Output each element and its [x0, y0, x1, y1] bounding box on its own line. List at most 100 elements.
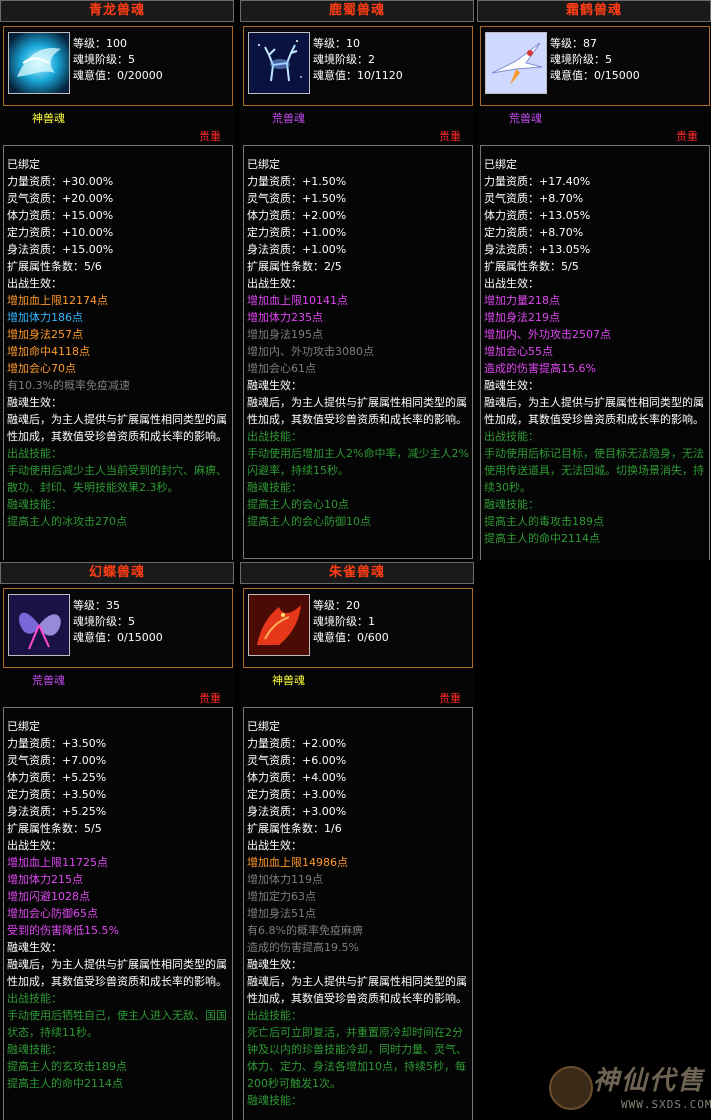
attribute-line: 体力资质：+2.00% — [247, 209, 347, 222]
attribute-line: 扩展属性条数：5/5 — [484, 260, 579, 273]
attribute-line: 融魂后，为主人提供与扩展属性相同类型的属性加成，其数值受珍兽资质和成长率的影响。 — [484, 396, 704, 426]
attribute-line: 定力资质：+3.00% — [247, 788, 347, 801]
azure-dragon-icon[interactable] — [8, 32, 70, 94]
attribute-panel: 已绑定 力量资质：+17.40% 灵气资质：+8.70% 体力资质：+13.05% 定力… — [480, 145, 710, 560]
attribute-line: 增加闪避1028点 — [7, 890, 90, 903]
soul-stats: 等级：87 魂境阶级：5 魂意值：0/15000 — [550, 36, 640, 84]
attribute-line: 手动使用后减少主人当前受到的封穴、麻痹、散功、封印、失明技能效果2.3秒。 — [7, 464, 227, 494]
attribute-line: 增加身法51点 — [247, 907, 316, 920]
attribute-line: 身法资质：+13.05% — [484, 243, 591, 256]
attribute-line: 增加身法257点 — [7, 328, 83, 341]
attribute-line: 已绑定 — [247, 158, 280, 171]
attribute-line: 出战生效： — [247, 839, 302, 852]
beast-soul-card-azure-dragon: 青龙兽魂 等级：100 魂境阶级：5 魂意值：0/20000 神兽魂 贵重 已绑… — [0, 0, 234, 560]
attribute-line: 融魂后，为主人提供与扩展属性相同类型的属性加成，其数值受珍兽资质和成长率的影响。 — [247, 396, 467, 426]
attribute-line: 出战技能： — [247, 1009, 302, 1022]
attribute-line: 出战技能： — [7, 447, 62, 460]
attribute-line: 提高主人的命中2114点 — [7, 1077, 123, 1090]
attribute-line: 身法资质：+3.00% — [247, 805, 347, 818]
attribute-line: 增加血上限12174点 — [7, 294, 108, 307]
card-title: 朱雀兽魂 — [240, 562, 474, 584]
attribute-line: 灵气资质：+1.50% — [247, 192, 347, 205]
attribute-line: 身法资质：+15.00% — [7, 243, 114, 256]
attribute-line: 有6.8%的概率免疫麻痹 — [247, 924, 363, 937]
attribute-line: 死亡后可立即复活，并重置原冷却时间在2分钟及以内的珍兽技能冷却，同时力量、灵气、… — [247, 1026, 467, 1090]
attribute-line: 力量资质：+3.50% — [7, 737, 107, 750]
beast-soul-card-frost-crane: 霜鹤兽魂 等级：87 魂境阶级：5 魂意值：0/15000 荒兽魂 贵重 已绑定… — [477, 0, 711, 560]
attribute-line: 已绑定 — [7, 720, 40, 733]
card-title: 鹿蜀兽魂 — [240, 0, 474, 22]
attribute-line: 造成的伤害提高19.5% — [247, 941, 359, 954]
realm-tier-stat: 魂境阶级：2 — [313, 53, 375, 66]
attribute-line: 增加会心55点 — [484, 345, 553, 358]
attribute-line: 增加会心61点 — [247, 362, 316, 375]
attribute-line: 融魂生效： — [247, 379, 302, 392]
level-stat: 等级：35 — [73, 599, 120, 612]
rarity-label: 贵重 — [439, 692, 461, 705]
soul-intent-stat: 魂意值：10/1120 — [313, 69, 403, 82]
attribute-panel: 已绑定 力量资质：+2.00% 灵气资质：+6.00% 体力资质：+4.00% 定力资质… — [243, 707, 473, 1120]
vermilion-bird-icon[interactable] — [248, 594, 310, 656]
attribute-line: 提高主人的冰攻击270点 — [7, 515, 127, 528]
attribute-line: 增加血上限11725点 — [7, 856, 108, 869]
beast-soul-card-star-deer: 鹿蜀兽魂 等级：10 魂境阶级：2 魂意值：10/1120 荒兽魂 贵重 已绑定… — [240, 0, 474, 560]
attribute-line: 增加内、外功攻击2507点 — [484, 328, 611, 341]
level-stat: 等级：100 — [73, 37, 127, 50]
attribute-line: 出战技能： — [484, 430, 539, 443]
attribute-line: 已绑定 — [7, 158, 40, 171]
info-box: 等级：10 魂境阶级：2 魂意值：10/1120 — [243, 26, 473, 106]
attribute-line: 体力资质：+15.00% — [7, 209, 114, 222]
star-deer-icon[interactable] — [248, 32, 310, 94]
attribute-line: 扩展属性条数：5/5 — [7, 822, 102, 835]
attribute-line: 定力资质：+1.00% — [247, 226, 347, 239]
attribute-line: 增加会心70点 — [7, 362, 76, 375]
attribute-line: 融魂后，为主人提供与扩展属性相同类型的属性加成，其数值受珍兽资质和成长率的影响。 — [7, 413, 227, 443]
attribute-line: 增加体力186点 — [7, 311, 83, 324]
frost-crane-icon[interactable] — [485, 32, 547, 94]
card-title: 幻蝶兽魂 — [0, 562, 234, 584]
info-box: 等级：20 魂境阶级：1 魂意值：0/600 — [243, 588, 473, 668]
mascot-icon — [549, 1066, 593, 1110]
attribute-line: 增加定力63点 — [247, 890, 316, 903]
attribute-line: 造成的伤害提高15.6% — [484, 362, 596, 375]
attribute-panel: 已绑定 力量资质：+3.50% 灵气资质：+7.00% 体力资质：+5.25% 定力资质… — [3, 707, 233, 1120]
level-stat: 等级：10 — [313, 37, 360, 50]
attribute-line: 融魂生效： — [7, 396, 62, 409]
attribute-line: 融魂技能： — [7, 1043, 62, 1056]
phantom-butterfly-icon[interactable] — [8, 594, 70, 656]
attribute-line: 力量资质：+1.50% — [247, 175, 347, 188]
info-box: 等级：100 魂境阶级：5 魂意值：0/20000 — [3, 26, 233, 106]
attribute-line: 已绑定 — [484, 158, 517, 171]
soul-stats: 等级：10 魂境阶级：2 魂意值：10/1120 — [313, 36, 403, 84]
attribute-line: 增加内、外功攻击3080点 — [247, 345, 374, 358]
attribute-line: 扩展属性条数：5/6 — [7, 260, 102, 273]
attribute-line: 体力资质：+13.05% — [484, 209, 591, 222]
attribute-line: 扩展属性条数：1/6 — [247, 822, 342, 835]
attribute-line: 融魂后，为主人提供与扩展属性相同类型的属性加成，其数值受珍兽资质和成长率的影响。 — [7, 958, 227, 988]
attribute-line: 融魂后，为主人提供与扩展属性相同类型的属性加成，其数值受珍兽资质和成长率的影响。 — [247, 975, 467, 1005]
attribute-line: 扩展属性条数：2/5 — [247, 260, 342, 273]
attribute-line: 提高主人的玄攻击189点 — [7, 1060, 127, 1073]
attribute-line: 手动使用后增加主人2%命中率，减少主人2%闪避率，持续15秒。 — [247, 447, 469, 477]
attribute-line: 增加体力119点 — [247, 873, 323, 886]
soul-intent-stat: 魂意值：0/15000 — [550, 69, 640, 82]
attribute-line: 提高主人的命中2114点 — [484, 532, 600, 545]
attribute-line: 增加身法219点 — [484, 311, 560, 324]
attribute-panel: 已绑定力量资质：+1.50% 灵气资质：+1.50% 体力资质：+2.00% 定力资质… — [243, 145, 473, 559]
realm-tier-stat: 魂境阶级：5 — [73, 615, 135, 628]
soul-intent-stat: 魂意值：0/20000 — [73, 69, 163, 82]
attribute-line: 出战生效： — [7, 277, 62, 290]
info-box: 等级：87 魂境阶级：5 魂意值：0/15000 — [480, 26, 710, 106]
soul-stats: 等级：20 魂境阶级：1 魂意值：0/600 — [313, 598, 389, 646]
attribute-line: 出战生效： — [484, 277, 539, 290]
attribute-line: 出战技能： — [247, 430, 302, 443]
attribute-line: 出战生效： — [7, 839, 62, 852]
card-title: 霜鹤兽魂 — [477, 0, 711, 22]
attribute-line: 融魂生效： — [247, 958, 302, 971]
attribute-panel: 已绑定 力量资质：+30.00% 灵气资质：+20.00% 体力资质：+15.00% 定… — [3, 145, 233, 560]
beast-soul-card-phantom-butterfly: 幻蝶兽魂 等级：35 魂境阶级：5 魂意值：0/15000 荒兽魂 贵重 已绑定… — [0, 562, 234, 1120]
attribute-line: 融魂技能： — [7, 498, 62, 511]
attribute-line: 融魂生效： — [7, 941, 62, 954]
soul-tier-label: 荒兽魂 — [32, 674, 65, 687]
soul-intent-stat: 魂意值：0/600 — [313, 631, 389, 644]
